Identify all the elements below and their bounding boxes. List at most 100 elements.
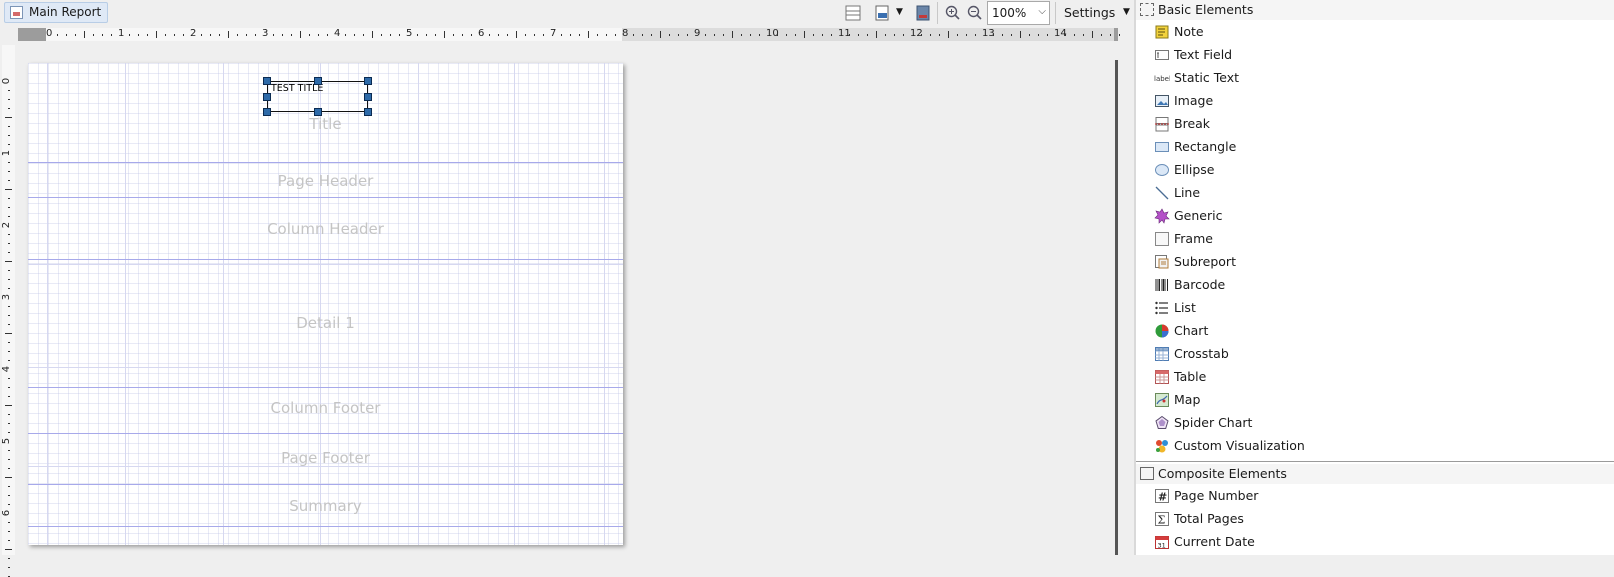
composite-elements-header[interactable]: Composite Elements — [1136, 464, 1614, 484]
palette-item-table[interactable]: Table — [1154, 367, 1454, 387]
palette-item-label: Map — [1174, 392, 1201, 407]
palette-item-label: Barcode — [1174, 277, 1226, 292]
palette-item-break[interactable]: Break — [1154, 114, 1454, 134]
band-title-label: Title — [309, 115, 342, 133]
resize-handle[interactable] — [314, 77, 322, 85]
zoom-out-button[interactable] — [965, 3, 985, 23]
resize-handle[interactable] — [263, 77, 271, 85]
ruler-number: 6 — [478, 28, 485, 39]
settings-menu[interactable]: Settings — [1064, 5, 1115, 20]
basic-elements-title: Basic Elements — [1158, 2, 1254, 17]
palette-item-spider-chart[interactable]: Spider Chart — [1154, 413, 1454, 433]
generic-icon — [1154, 208, 1170, 224]
palette-item-text-field[interactable]: Text Field — [1154, 45, 1454, 65]
palette-item-label: Ellipse — [1174, 162, 1215, 177]
band-page-footer-label: Page Footer — [281, 449, 370, 467]
palette-item-map[interactable]: Map — [1154, 390, 1454, 410]
palette-item-barcode[interactable]: Barcode — [1154, 275, 1454, 295]
palette-item-line[interactable]: Line — [1154, 183, 1454, 203]
palette-item-rectangle[interactable]: Rectangle — [1154, 137, 1454, 157]
palette-item-label: Table — [1174, 369, 1207, 384]
barcode-icon — [1154, 277, 1170, 293]
frame-icon — [1154, 231, 1170, 247]
table-icon — [1154, 369, 1170, 385]
map-icon — [1154, 392, 1170, 408]
preview-dropdown-arrow[interactable]: ▼ — [896, 7, 903, 17]
band-column-footer-label: Column Footer — [270, 399, 381, 417]
palette-item-label: Total Pages — [1174, 511, 1244, 526]
crosstab-icon — [1154, 346, 1170, 362]
palette-item-note[interactable]: Note — [1154, 22, 1454, 42]
palette-item-subreport[interactable]: Subreport — [1154, 252, 1454, 272]
zoom-value: 100% — [992, 6, 1027, 20]
selected-static-text-element[interactable]: TEST TITLE — [263, 77, 372, 116]
palette-item-custom-visualization[interactable]: Custom Visualization — [1154, 436, 1454, 456]
report-page[interactable]: Title Page Header Column Header Detail 1… — [28, 63, 623, 545]
resize-handle[interactable] — [364, 93, 372, 101]
palette-item-total-pages[interactable]: Σ Total Pages — [1154, 509, 1454, 529]
static-text-icon: label — [1154, 70, 1171, 86]
preview-data-button[interactable] — [873, 3, 893, 23]
palette-item-label: Generic — [1174, 208, 1223, 223]
palette-item-frame[interactable]: Frame — [1154, 229, 1454, 249]
palette-item-ellipse[interactable]: Ellipse — [1154, 160, 1454, 180]
report-editor: Main Report ▼ 100% ⌵ Settings ▼ 0 1 2 3 4 5 6 7… — [0, 0, 1130, 577]
chevron-down-icon: ⌵ — [1038, 6, 1046, 17]
palette-item-list[interactable]: List — [1154, 298, 1454, 318]
ruler-number: 1 — [118, 28, 125, 39]
palette-item-label: Line — [1174, 185, 1201, 200]
horizontal-ruler: 0 1 2 3 4 5 6 7 8 9 10 11 12 13 14 — [18, 28, 1120, 41]
ruler-number: 3 — [1, 293, 13, 301]
data-preview-icon — [875, 5, 889, 21]
ruler-number: 4 — [1, 365, 13, 373]
svg-text:31: 31 — [1158, 542, 1166, 550]
composite-elements-title: Composite Elements — [1158, 466, 1287, 481]
ellipse-icon — [1154, 162, 1170, 178]
palette-item-label: Note — [1174, 24, 1204, 39]
band-layout-button[interactable] — [843, 3, 863, 23]
palette-item-label: Break — [1174, 116, 1211, 131]
ruler-number: 8 — [622, 28, 629, 39]
image-icon — [1154, 93, 1170, 109]
ruler-number: 5 — [1, 437, 13, 445]
zoom-combo[interactable]: 100% ⌵ — [987, 1, 1050, 25]
palette-item-crosstab[interactable]: Crosstab — [1154, 344, 1454, 364]
vertical-ruler: 0 1 2 3 4 5 6 — [1, 45, 15, 577]
resize-handle[interactable] — [314, 108, 322, 116]
palette-item-label: Subreport — [1174, 254, 1236, 269]
report-icon — [10, 6, 23, 19]
resize-handle[interactable] — [364, 108, 372, 116]
ruler-number: 2 — [1, 221, 13, 229]
section-icon — [1140, 3, 1154, 16]
palette-item-label: Rectangle — [1174, 139, 1237, 154]
export-button[interactable] — [913, 3, 933, 23]
band-detail-label: Detail 1 — [296, 314, 355, 332]
ruler-number: 0 — [46, 28, 53, 39]
settings-dropdown-arrow[interactable]: ▼ — [1123, 7, 1130, 17]
ruler-number: 4 — [334, 28, 341, 39]
ruler-number: 6 — [1, 509, 13, 517]
vertical-scrollbar[interactable] — [1115, 60, 1118, 555]
main-report-tab[interactable]: Main Report — [4, 2, 109, 23]
palette-item-static-text[interactable]: label Static Text — [1154, 68, 1454, 88]
editor-toolbar: Main Report ▼ 100% ⌵ Settings ▼ — [0, 0, 1130, 26]
basic-elements-header[interactable]: Basic Elements — [1136, 0, 1614, 20]
zoom-in-button[interactable] — [943, 3, 963, 23]
palette-item-label: List — [1174, 300, 1196, 315]
main-report-tab-label: Main Report — [29, 5, 102, 19]
resize-handle[interactable] — [263, 108, 271, 116]
ruler-number: 3 — [262, 28, 269, 39]
rectangle-icon — [1154, 139, 1170, 155]
page-number-icon: # — [1154, 488, 1170, 504]
resize-handle[interactable] — [263, 93, 271, 101]
palette-item-generic[interactable]: Generic — [1154, 206, 1454, 226]
palette-item-label: Spider Chart — [1174, 415, 1253, 430]
palette-item-current-date[interactable]: 31 Current Date — [1154, 532, 1454, 552]
palette-item-image[interactable]: Image — [1154, 91, 1454, 111]
palette-item-chart[interactable]: Chart — [1154, 321, 1454, 341]
palette-item-label: Custom Visualization — [1174, 438, 1305, 453]
zoom-out-icon — [967, 5, 982, 20]
resize-handle[interactable] — [364, 77, 372, 85]
palette-item-label: Static Text — [1174, 70, 1239, 85]
palette-item-page-number[interactable]: # Page Number — [1154, 486, 1454, 506]
